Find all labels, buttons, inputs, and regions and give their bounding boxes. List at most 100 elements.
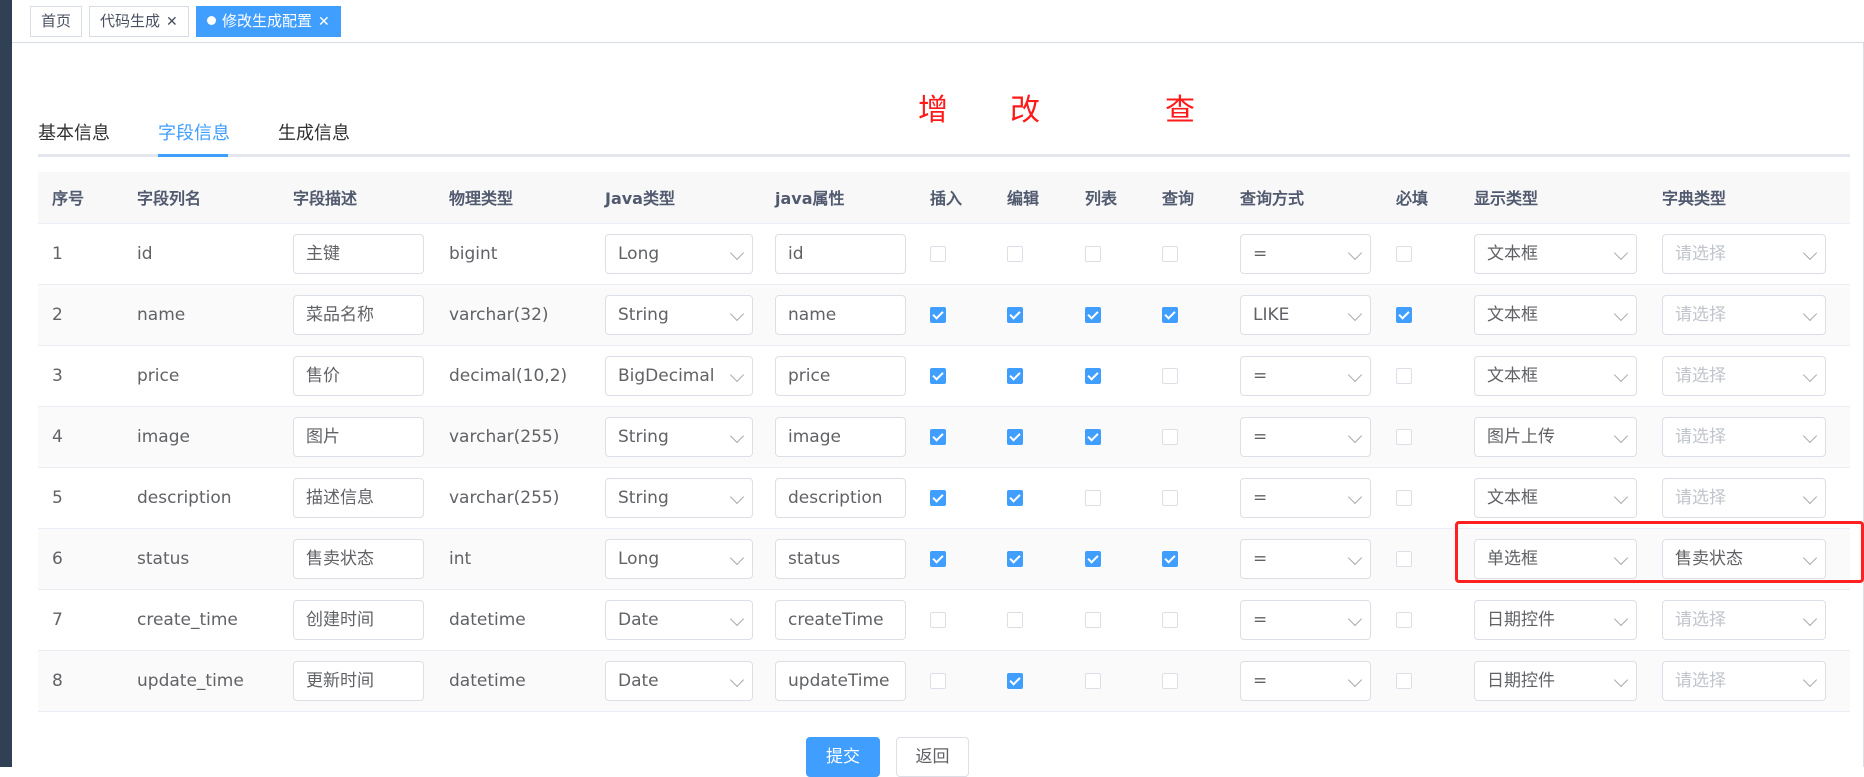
list-checkbox[interactable] <box>1085 672 1101 689</box>
query-mode-select[interactable]: = <box>1240 477 1371 518</box>
dict-type-select[interactable]: 请选择 <box>1662 416 1826 457</box>
display-type-select[interactable]: 文本框 <box>1474 355 1637 396</box>
list-checkbox[interactable] <box>1085 489 1101 506</box>
edit-checkbox[interactable] <box>1007 489 1023 506</box>
back-button[interactable]: 返回 <box>896 737 969 777</box>
list-checkbox[interactable] <box>1085 611 1101 628</box>
desc-input[interactable]: 主键 <box>293 233 424 274</box>
required-checkbox[interactable] <box>1396 245 1412 262</box>
required-checkbox[interactable] <box>1396 367 1412 384</box>
cell-physical-type: varchar(32) <box>435 284 591 346</box>
query-checkbox[interactable] <box>1162 245 1178 262</box>
java-type-select[interactable]: String <box>605 294 753 335</box>
query-mode-select[interactable]: = <box>1240 538 1371 579</box>
tag-home[interactable]: 首页 <box>30 6 83 37</box>
query-checkbox[interactable] <box>1162 428 1178 445</box>
query-checkbox[interactable] <box>1162 611 1178 628</box>
edit-checkbox[interactable] <box>1007 428 1023 445</box>
java-attr-input[interactable]: name <box>775 294 906 335</box>
java-type-select[interactable]: Long <box>605 538 753 579</box>
dict-type-select[interactable]: 请选择 <box>1662 355 1826 396</box>
close-icon[interactable]: ✕ <box>166 14 178 30</box>
cell-insert <box>916 223 993 285</box>
desc-input[interactable]: 售卖状态 <box>293 538 424 579</box>
display-type-select[interactable]: 文本框 <box>1474 477 1637 518</box>
dict-type-select[interactable]: 售卖状态 <box>1662 538 1826 579</box>
tab-basic-info[interactable]: 基本信息 <box>38 119 110 145</box>
java-type-select[interactable]: Date <box>605 660 753 701</box>
required-checkbox[interactable] <box>1396 306 1412 323</box>
list-checkbox[interactable] <box>1085 367 1101 384</box>
java-attr-input[interactable]: price <box>775 355 906 396</box>
desc-input[interactable]: 图片 <box>293 416 424 457</box>
java-attr-input[interactable]: image <box>775 416 906 457</box>
query-mode-select[interactable]: = <box>1240 660 1371 701</box>
query-checkbox[interactable] <box>1162 489 1178 506</box>
query-mode-select[interactable]: = <box>1240 233 1371 274</box>
java-attr-input[interactable]: updateTime <box>775 660 906 701</box>
query-mode-select[interactable]: = <box>1240 599 1371 640</box>
dict-type-select[interactable]: 请选择 <box>1662 660 1826 701</box>
query-checkbox[interactable] <box>1162 550 1178 567</box>
insert-checkbox[interactable] <box>930 245 946 262</box>
desc-input[interactable]: 创建时间 <box>293 599 424 640</box>
required-checkbox[interactable] <box>1396 550 1412 567</box>
java-attr-input[interactable]: createTime <box>775 599 906 640</box>
insert-checkbox[interactable] <box>930 306 946 323</box>
dict-type-select[interactable]: 请选择 <box>1662 477 1826 518</box>
tab-gen-info[interactable]: 生成信息 <box>278 119 350 145</box>
list-checkbox[interactable] <box>1085 245 1101 262</box>
dict-type-select[interactable]: 请选择 <box>1662 599 1826 640</box>
desc-input[interactable]: 描述信息 <box>293 477 424 518</box>
list-checkbox[interactable] <box>1085 428 1101 445</box>
desc-input[interactable]: 菜品名称 <box>293 294 424 335</box>
edit-checkbox[interactable] <box>1007 672 1023 689</box>
display-type-select[interactable]: 日期控件 <box>1474 599 1637 640</box>
submit-button[interactable]: 提交 <box>806 737 880 777</box>
insert-checkbox[interactable] <box>930 367 946 384</box>
query-checkbox[interactable] <box>1162 306 1178 323</box>
close-icon[interactable]: ✕ <box>318 14 330 30</box>
query-mode-select[interactable]: = <box>1240 416 1371 457</box>
dict-type-select[interactable]: 请选择 <box>1662 233 1826 274</box>
java-attr-input[interactable]: description <box>775 477 906 518</box>
edit-checkbox[interactable] <box>1007 245 1023 262</box>
tab-field-info[interactable]: 字段信息 <box>158 119 230 145</box>
tag-edit-config[interactable]: 修改生成配置 ✕ <box>196 6 341 37</box>
dict-type-select[interactable]: 请选择 <box>1662 294 1826 335</box>
edit-checkbox[interactable] <box>1007 367 1023 384</box>
query-checkbox[interactable] <box>1162 672 1178 689</box>
desc-input[interactable]: 售价 <box>293 355 424 396</box>
insert-checkbox[interactable] <box>930 489 946 506</box>
insert-checkbox[interactable] <box>930 611 946 628</box>
display-type-select[interactable]: 单选框 <box>1474 538 1637 579</box>
insert-checkbox[interactable] <box>930 428 946 445</box>
edit-checkbox[interactable] <box>1007 611 1023 628</box>
required-checkbox[interactable] <box>1396 672 1412 689</box>
java-type-select[interactable]: Date <box>605 599 753 640</box>
java-attr-input[interactable]: id <box>775 233 906 274</box>
required-checkbox[interactable] <box>1396 611 1412 628</box>
java-type-select[interactable]: String <box>605 477 753 518</box>
query-mode-select[interactable]: = <box>1240 355 1371 396</box>
java-attr-input[interactable]: status <box>775 538 906 579</box>
required-checkbox[interactable] <box>1396 428 1412 445</box>
display-type-select[interactable]: 图片上传 <box>1474 416 1637 457</box>
desc-input[interactable]: 更新时间 <box>293 660 424 701</box>
java-type-select[interactable]: BigDecimal <box>605 355 753 396</box>
display-type-select[interactable]: 日期控件 <box>1474 660 1637 701</box>
java-type-select[interactable]: Long <box>605 233 753 274</box>
list-checkbox[interactable] <box>1085 550 1101 567</box>
display-type-select[interactable]: 文本框 <box>1474 294 1637 335</box>
display-type-select[interactable]: 文本框 <box>1474 233 1637 274</box>
insert-checkbox[interactable] <box>930 672 946 689</box>
insert-checkbox[interactable] <box>930 550 946 567</box>
query-checkbox[interactable] <box>1162 367 1178 384</box>
required-checkbox[interactable] <box>1396 489 1412 506</box>
list-checkbox[interactable] <box>1085 306 1101 323</box>
edit-checkbox[interactable] <box>1007 306 1023 323</box>
tag-codegen[interactable]: 代码生成 ✕ <box>89 6 189 37</box>
edit-checkbox[interactable] <box>1007 550 1023 567</box>
java-type-select[interactable]: String <box>605 416 753 457</box>
query-mode-select[interactable]: LIKE <box>1240 294 1371 335</box>
